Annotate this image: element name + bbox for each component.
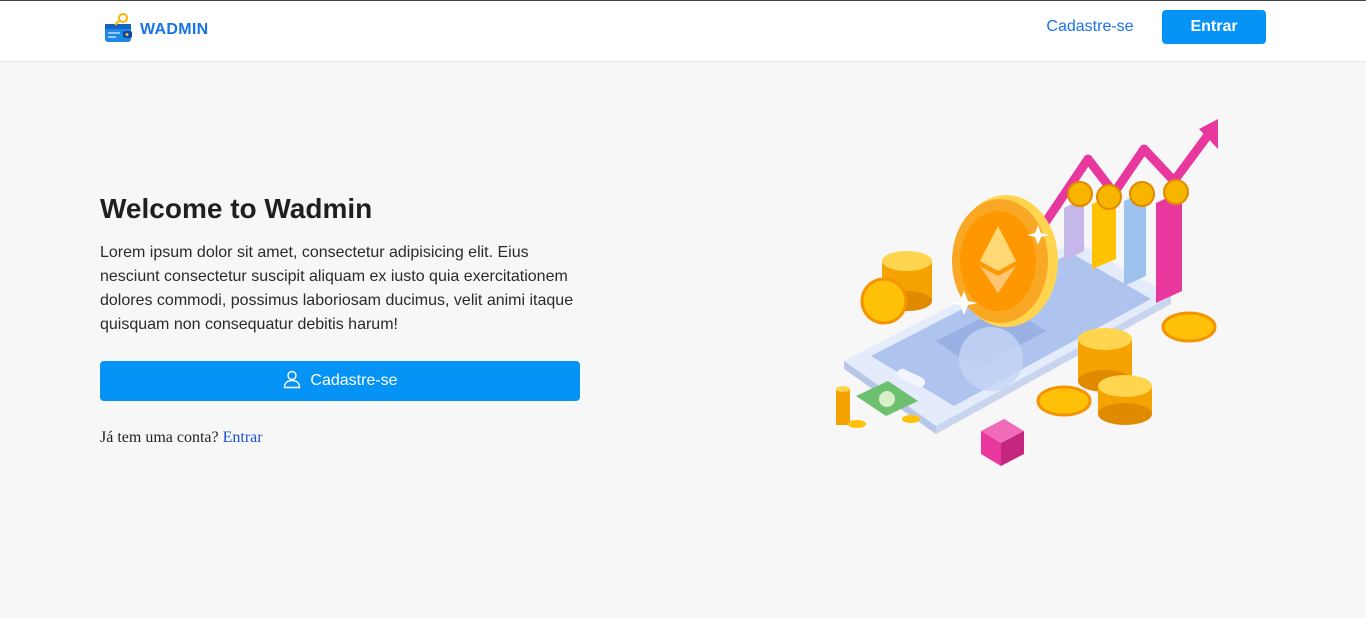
user-icon [282, 369, 302, 394]
login-link[interactable]: Entrar [223, 429, 263, 446]
hero-paragraph: Lorem ipsum dolor sit amet, consectetur … [100, 244, 574, 333]
brand-name: WADMIN [140, 21, 209, 38]
signup-link[interactable]: Cadastre-se [1040, 15, 1140, 39]
wallet-icon [104, 12, 134, 49]
crypto-phone-illustration [826, 111, 1226, 471]
login-prompt-text: Já tem uma conta? [100, 429, 219, 446]
login-prompt: Já tem uma conta? Entrar [100, 429, 263, 447]
navbar: WADMIN Cadastre-se Entrar [0, 1, 1366, 62]
brand-logo[interactable]: WADMIN [104, 12, 209, 49]
page-title: Welcome to Wadmin [100, 193, 373, 224]
signup-button[interactable]: Cadastre-se [100, 361, 580, 401]
login-button[interactable]: Entrar [1162, 10, 1266, 44]
signup-button-label: Cadastre-se [310, 372, 398, 389]
